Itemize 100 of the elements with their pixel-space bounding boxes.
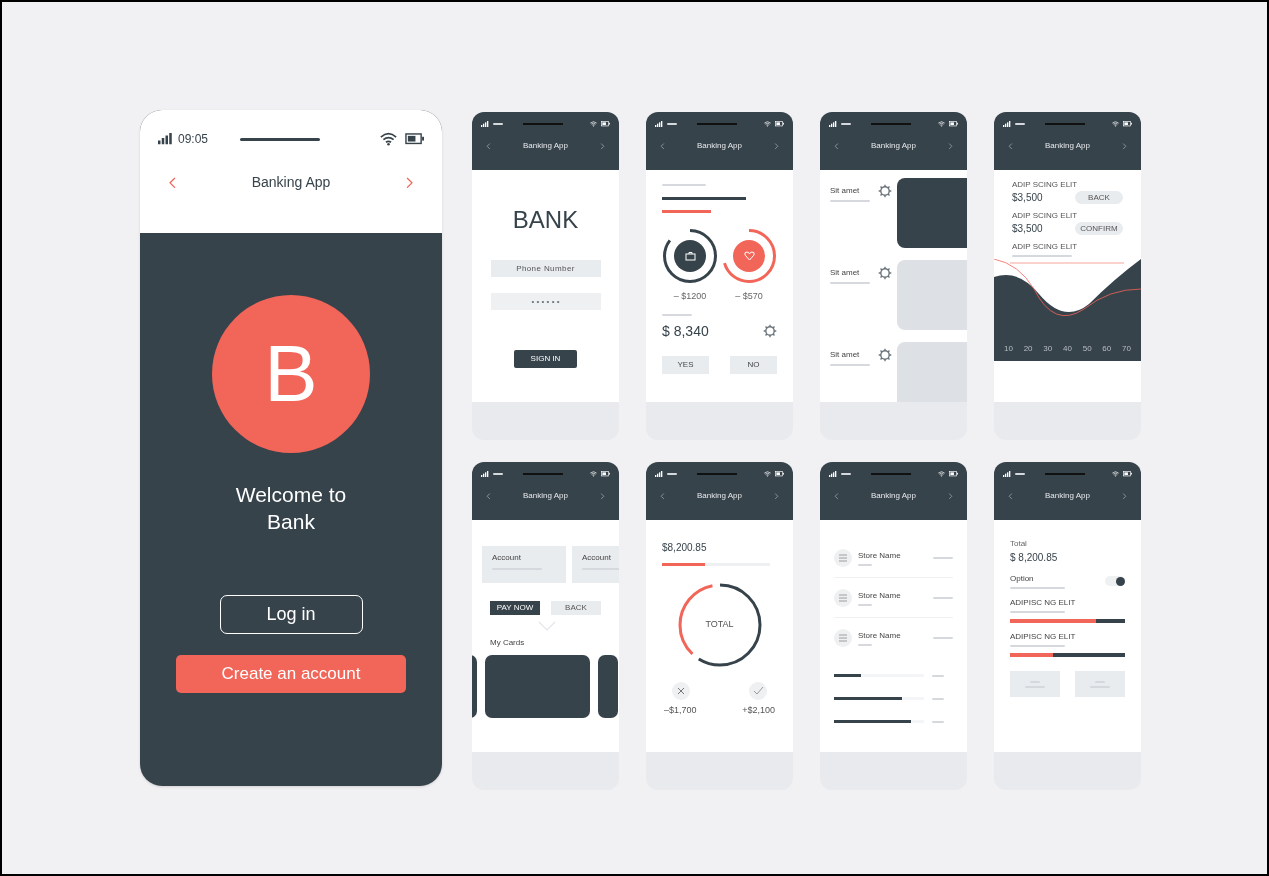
blurred-text — [933, 596, 953, 599]
forward-icon[interactable] — [1122, 142, 1127, 150]
forward-icon[interactable] — [405, 176, 414, 189]
wifi-icon — [380, 132, 397, 146]
back-icon[interactable] — [660, 492, 665, 500]
forward-icon[interactable] — [774, 142, 779, 150]
amount: $3,500 — [1012, 191, 1043, 205]
meter-label: ADIPISC NG ELIT — [1010, 597, 1077, 609]
amount: –$1,700 — [664, 704, 697, 717]
signal-icon — [481, 121, 489, 127]
list-icon — [834, 629, 852, 647]
summary-tile[interactable] — [1010, 671, 1060, 697]
axis-label: 50 — [1082, 343, 1092, 355]
balance: $8,200.85 — [662, 541, 708, 555]
bank-heading: BANK — [512, 208, 579, 232]
back-icon[interactable] — [660, 142, 665, 150]
back-icon[interactable] — [834, 492, 839, 500]
back-icon[interactable] — [834, 142, 839, 150]
ring-arc — [663, 229, 717, 283]
chart-label: ADIP SCING ELIT — [1012, 242, 1079, 252]
forward-icon[interactable] — [948, 142, 953, 150]
blurred-text — [858, 603, 872, 606]
signal-icon — [158, 133, 173, 145]
entry-label: ADIP SCING ELIT — [1012, 211, 1079, 221]
check-icon[interactable] — [749, 682, 767, 700]
wifi-icon — [764, 471, 771, 477]
login-button[interactable]: Log in — [219, 595, 363, 634]
balance: $ 8,340 — [662, 321, 709, 341]
battery-icon — [1123, 121, 1132, 127]
screen-title: Banking App — [251, 173, 331, 192]
list-icon — [834, 548, 852, 567]
wifi-icon — [590, 471, 597, 477]
logo: B — [212, 295, 370, 453]
password-field[interactable]: • • • • • • — [490, 293, 601, 310]
back-icon[interactable] — [1008, 142, 1013, 150]
battery-icon — [775, 471, 784, 477]
signal-icon — [1003, 121, 1011, 127]
store-name: Store Name — [858, 630, 901, 642]
action-button[interactable]: CONFIRM — [1075, 222, 1123, 235]
sign-in-button[interactable]: SIGN IN — [514, 350, 577, 368]
total-amount: $ 8,200.85 — [1010, 551, 1059, 565]
welcome-heading: Welcome to Bank — [234, 482, 348, 535]
screen-title: Banking App — [697, 140, 742, 152]
battery-icon — [405, 133, 424, 145]
blurred-text — [662, 313, 692, 316]
wifi-icon — [590, 121, 597, 127]
back-icon[interactable] — [486, 142, 491, 150]
wifi-icon — [764, 121, 771, 127]
toggle-switch[interactable] — [1105, 576, 1125, 586]
wifi-icon — [1112, 471, 1119, 477]
row-label: Sit amet — [830, 185, 860, 197]
forward-icon[interactable] — [600, 492, 605, 500]
action-button[interactable]: BACK — [551, 601, 601, 615]
signal-icon — [655, 471, 663, 477]
action-button[interactable]: BACK — [1075, 191, 1123, 204]
battery-icon — [949, 121, 958, 127]
status-time: 09:05 — [178, 131, 209, 148]
action-button[interactable]: PAY NOW — [490, 601, 540, 615]
row-label: Sit amet — [830, 349, 860, 361]
forward-icon[interactable] — [948, 492, 953, 500]
gear-icon[interactable] — [878, 266, 892, 280]
blurred-text — [933, 556, 953, 559]
blurred-text — [932, 697, 944, 700]
back-icon[interactable] — [486, 492, 491, 500]
close-icon[interactable] — [672, 682, 690, 700]
gear-icon[interactable] — [878, 184, 892, 198]
back-icon[interactable] — [168, 176, 177, 189]
axis-label: 30 — [1043, 343, 1053, 355]
signal-icon — [1003, 471, 1011, 477]
blurred-text — [932, 720, 944, 723]
battery-icon — [601, 121, 610, 127]
axis-label: 10 — [1004, 343, 1013, 355]
forward-icon[interactable] — [1122, 492, 1127, 500]
store-name: Store Name — [858, 589, 901, 602]
choice-button[interactable]: NO — [730, 355, 777, 374]
battery-icon — [1123, 471, 1132, 477]
screen-title: Banking App — [871, 490, 916, 502]
amount: +$2,100 — [742, 704, 775, 717]
bank-card[interactable] — [598, 655, 618, 718]
forward-icon[interactable] — [600, 142, 605, 150]
choice-button[interactable]: YES — [662, 355, 709, 374]
wifi-icon — [938, 471, 945, 477]
battery-icon — [775, 121, 784, 127]
amount: – $1200 — [673, 290, 707, 303]
summary-tile[interactable] — [1075, 671, 1125, 697]
account-card[interactable]: Account — [572, 546, 619, 583]
gear-icon[interactable] — [878, 348, 892, 362]
phone-number-field[interactable]: Phone Number — [490, 260, 601, 277]
gear-icon[interactable] — [763, 324, 777, 338]
blurred-text — [858, 563, 872, 566]
list-icon — [834, 588, 852, 607]
row-label: Sit amet — [830, 267, 860, 279]
progress-line — [662, 210, 711, 213]
battery-icon — [601, 471, 610, 477]
signal-icon — [481, 471, 489, 477]
account-card[interactable]: Account — [482, 546, 566, 583]
donut-label: TOTAL — [705, 618, 734, 632]
axis-label: 60 — [1102, 343, 1112, 355]
forward-icon[interactable] — [774, 492, 779, 500]
back-icon[interactable] — [1008, 492, 1013, 500]
